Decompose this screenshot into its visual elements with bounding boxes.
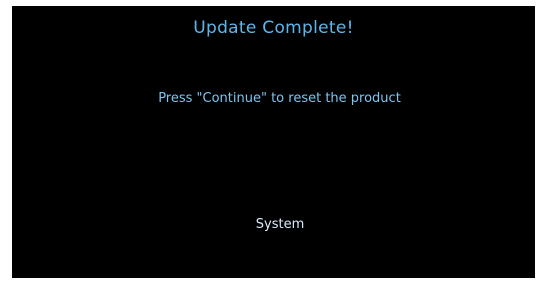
update-complete-screen: Update Complete! Press "Continue" to res… — [12, 6, 535, 278]
screen-title: Update Complete! — [193, 18, 354, 38]
system-button[interactable]: System — [248, 214, 312, 236]
instruction-message: Press "Continue" to reset the product — [158, 91, 401, 106]
